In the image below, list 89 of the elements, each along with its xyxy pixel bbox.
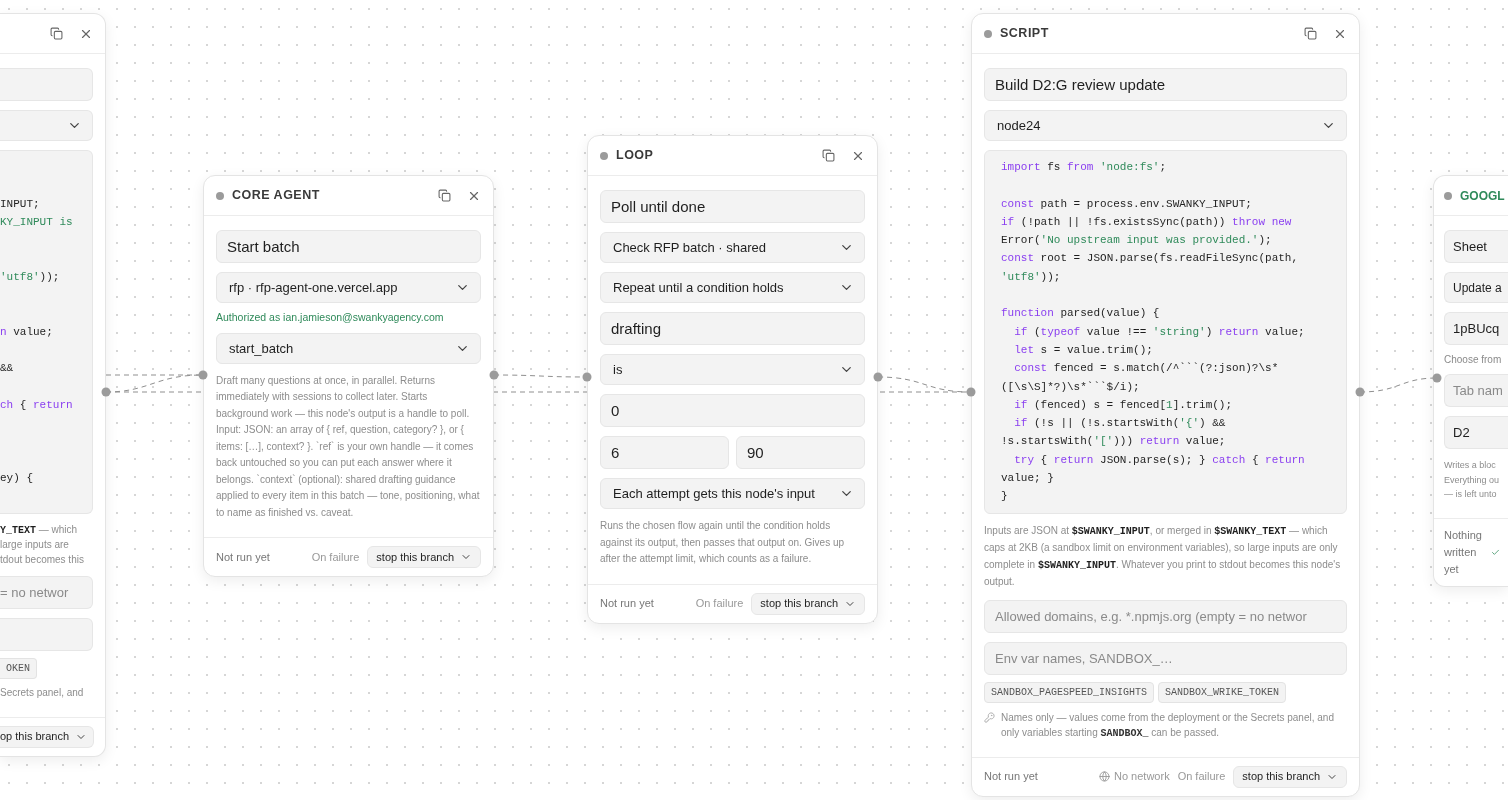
description-text: Inputs are JSON at $SWANKY_INPUT, or merged in $SWANKY_TEXT — which caps at 2KB (a sandbox limit on environment variables), so large inputs are only complete in $SWANKY_INPUT. Whatever you print to stdout becomes this node's output. (984, 523, 1342, 590)
code-line: ch { return (0, 397, 74, 413)
failure-label: On failure (1177, 769, 1226, 785)
globe-icon (1099, 771, 1110, 783)
code-line: import fs from 'node:fs'; (1000, 160, 1168, 175)
code-line: INPUT; (0, 196, 41, 212)
code-line: if (fenced) s = fenced[1].trim(); (1013, 397, 1234, 413)
run-status-text: Nothing written yet (1444, 527, 1483, 577)
network-text: No network (1114, 769, 1170, 785)
failure-label: On failure (311, 550, 360, 565)
failure-dropdown[interactable]: op this branch (0, 725, 95, 748)
code-line: if (!path || !fs.existsSync(path)) throw new (1000, 214, 1293, 230)
code-line: const fenced = s.match(/^```(?:json)?\s* (1013, 361, 1280, 377)
dropdown[interactable]: rfp · rfp-agent-one.vercel.app (216, 272, 481, 303)
text-field[interactable]: Tab nam (1444, 374, 1508, 407)
code-line: 'utf8')); (0, 269, 61, 285)
duplicate-icon[interactable] (822, 149, 835, 162)
number-field[interactable]: 6 (600, 436, 729, 469)
description-text: Writes a bloc Everything ou — is left unto (1444, 459, 1501, 501)
variable-chip: SANDBOX_WRIKE_TOKEN (1158, 681, 1287, 703)
code-line: try { return JSON.parse(s); } catch { return (1013, 452, 1306, 468)
variable-chip: OKEN (0, 658, 37, 680)
dropdown[interactable]: is (600, 354, 865, 385)
code-line: KY_INPUT is (0, 214, 74, 230)
description-text: Secrets panel, and (0, 686, 85, 701)
code-line: value; } (1000, 471, 1055, 487)
failure-dropdown[interactable]: stop this branch (1233, 765, 1347, 788)
dropdown[interactable]: Update a (1444, 272, 1508, 303)
node-title: LOOP (616, 147, 654, 165)
text-field[interactable]: 1pBUcq (1444, 312, 1508, 345)
text-field[interactable] (0, 68, 93, 101)
code-line: } (1000, 489, 1009, 505)
dropdown[interactable]: node24 (984, 110, 1347, 141)
code-line: if (!s || (!s.startsWith('{') && (1013, 416, 1227, 432)
hint-text: Names only — values come from the deployment or the Secrets panel, and only variables starting SANDBOX_ can be passed. (1001, 710, 1335, 741)
node-card[interactable]: GOOGL Sheet Update a 1pBUcq Choose from Tab nam D2 Writes a bloc Everything ou — is left unto Nothing written yet (1433, 175, 1508, 587)
code-line: 'utf8')); (1000, 269, 1062, 285)
node-title: CORE AGENT (232, 187, 320, 205)
description-text: Draft many questions at once, in parallel. Returns immediately with sessions to collect later. Starts background work — this node's output is a handle to poll. Input: JSON: an array of { ref, question, category? }, or { items: […], context? }. `ref` is your own handle — it comes back untouched so you can put each answer where it belongs. `context` (optional): shared drafting guidance applied to every item in this batch — tone, positioning, what to name as finished vs. caveat. (216, 373, 481, 520)
text-field[interactable]: Env var names, SANDBOX_… (984, 641, 1347, 675)
text-field[interactable]: 0 (600, 394, 865, 427)
text-field[interactable]: Allowed domains, e.g. *.npmjs.org (empty = no networ (984, 599, 1347, 633)
text-field[interactable]: Sheet (1444, 230, 1508, 263)
code-line: if (typeof value !== 'string') return value; (1013, 324, 1306, 340)
run-status-text: Not run yet (600, 596, 654, 612)
text-field[interactable]: Poll until done (600, 190, 865, 223)
code-line: const root = JSON.parse(fs.readFileSync(path, (1000, 251, 1300, 267)
code-line: let s = value.trim(); (1013, 342, 1154, 358)
duplicate-icon[interactable] (50, 27, 63, 40)
code-line: n value; (0, 324, 54, 340)
code-line: function parsed(value) { (1000, 306, 1161, 322)
code-line: !s.startsWith('['))) return value; (1000, 434, 1227, 450)
node-title: GOOGL (1460, 187, 1505, 205)
text-field[interactable] (0, 618, 93, 652)
description-text: Y_TEXT — which large inputs are tdout becomes this (0, 522, 85, 567)
dropdown[interactable]: start_batch (216, 332, 481, 364)
dropdown[interactable]: Repeat until a condition holds (600, 272, 865, 303)
description-text: Runs the chosen flow again until the condition holds against its output, then passes that output on. Gives up after the attempt limit, which counts as a failure. (600, 519, 846, 566)
text-field[interactable]: Build D2:G review update (984, 68, 1347, 101)
code-line: && (0, 361, 15, 377)
node-card[interactable] (971, 13, 1360, 797)
auth-status-text: Authorized as ian.jamieson@swankyagency.com (216, 310, 445, 325)
code-editor[interactable]: INPUT; KY_INPUT is 'utf8')); n value; && ch { return ey) { (0, 150, 93, 514)
run-status-text: Not run yet (984, 769, 1038, 785)
text-field[interactable]: D2 (1444, 416, 1508, 449)
number-field[interactable]: 90 (736, 436, 865, 469)
duplicate-icon[interactable] (1304, 27, 1317, 40)
dropdown[interactable]: Each attempt gets this node's input (600, 478, 865, 509)
node-card[interactable] (203, 175, 494, 578)
text-field[interactable]: = no networ (0, 576, 93, 610)
node-card[interactable] (587, 135, 878, 624)
failure-label: On failure (695, 596, 744, 612)
code-line: ey) { (0, 471, 34, 487)
node-card[interactable]: INPUT; KY_INPUT is 'utf8')); n value; && ch { return ey) { Y_TEXT — which large inputs are tdout becomes this = no networ OKEN Secrets panel, and op this branch (0, 13, 106, 757)
text-field[interactable]: drafting (600, 312, 865, 345)
code-editor[interactable] (984, 150, 1347, 514)
helper-text: Choose from (1444, 353, 1503, 367)
dropdown[interactable]: Check RFP batch · shared (600, 232, 865, 263)
failure-dropdown[interactable]: stop this branch (367, 546, 481, 569)
duplicate-icon[interactable] (438, 189, 451, 202)
failure-dropdown[interactable]: stop this branch (751, 592, 865, 615)
code-line: Error('No upstream input was provided.'); (1000, 233, 1273, 249)
text-field[interactable]: Start batch (216, 230, 481, 263)
variable-chip: SANDBOX_PAGESPEED_INSIGHTS (984, 681, 1155, 703)
run-status-text: Not run yet (216, 550, 270, 565)
node-title: SCRIPT (1000, 25, 1049, 43)
code-line: const path = process.env.SWANKY_INPUT; (1000, 196, 1253, 212)
code-line: ([\s\S]*?)\s*```$/i); (1000, 379, 1141, 395)
key-icon (984, 711, 995, 723)
